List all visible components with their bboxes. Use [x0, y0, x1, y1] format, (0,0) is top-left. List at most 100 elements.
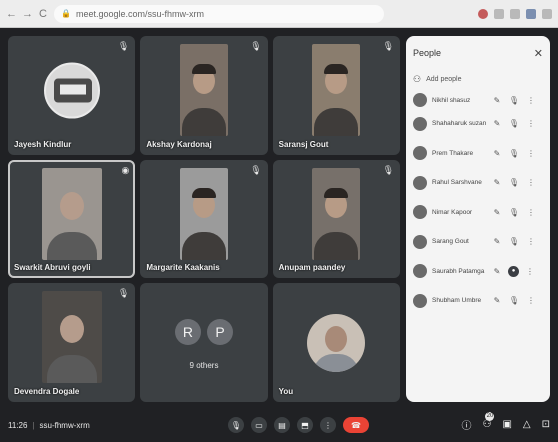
mic-icon[interactable]: 🎙: [508, 208, 520, 217]
participant-count-badge: 20: [485, 412, 495, 421]
participant-name: Nimar Kapoor: [432, 208, 473, 216]
mic-icon[interactable]: 🎙: [508, 178, 520, 187]
pin-icon[interactable]: ✎: [491, 296, 503, 305]
participant-video: [41, 167, 102, 260]
participant-name: Prem Thakare: [432, 149, 474, 157]
back-icon[interactable]: ←: [6, 8, 17, 20]
end-call-button[interactable]: ☎: [343, 417, 369, 433]
participant-name: Shahaharuk suzan: [432, 120, 486, 128]
people-icon[interactable]: ⚇ 20: [482, 412, 495, 430]
avatar: P: [206, 319, 233, 346]
participant-tile[interactable]: 🎙 Saransj Gout: [272, 36, 400, 155]
participant-name: Saransj Gout: [278, 139, 329, 149]
list-item[interactable]: Shahaharuk suzan ✎ 🎙 ⋮: [413, 109, 543, 139]
participant-tile-speaking[interactable]: ◉ Swarkit Abruvi goyli: [8, 159, 136, 279]
list-item[interactable]: Saurabh Patamga ✎ ● ⋮: [413, 257, 543, 287]
pin-icon[interactable]: ✎: [491, 178, 503, 187]
more-icon[interactable]: ⋮: [524, 267, 536, 276]
list-item[interactable]: Nikhil shasuz ✎ 🎙 ⋮: [413, 91, 543, 109]
participant-name: Rahul Sarshvane: [432, 179, 482, 187]
participant-tile[interactable]: 🎙 Margarite Kaakanis: [140, 159, 268, 279]
mic-off-icon: 🎙: [250, 164, 262, 175]
participant-video: [179, 44, 228, 136]
participant-hair: [324, 187, 349, 198]
more-icon[interactable]: ⋮: [525, 178, 537, 187]
profile-icon[interactable]: [526, 8, 536, 19]
activities-icon[interactable]: △: [523, 419, 531, 430]
menu-icon[interactable]: [542, 8, 552, 19]
forward-icon[interactable]: →: [22, 8, 33, 20]
list-item[interactable]: Sarang Gout ✎ 🎙 ⋮: [413, 227, 543, 257]
add-people-button[interactable]: ⚇ Add people: [413, 74, 543, 85]
pin-icon[interactable]: ✎: [491, 96, 503, 105]
others-tile[interactable]: R P 9 others: [140, 283, 268, 402]
participant-tile[interactable]: 🎙 Devendra Dogale: [8, 283, 136, 402]
participant-hair: [324, 64, 349, 74]
participant-name: You: [278, 386, 294, 396]
participant-tile[interactable]: 🎙 Akshay Kardonaj: [140, 36, 268, 155]
more-icon[interactable]: ⋮: [525, 119, 537, 128]
participant-tile[interactable]: 🎙 Anupam paandey: [272, 159, 400, 279]
participant-tile[interactable]: 🎙 Jayesh Kindlur: [8, 36, 136, 155]
extension-icon[interactable]: [494, 8, 504, 19]
avatar: [413, 116, 427, 131]
present-icon[interactable]: ⬒: [297, 417, 313, 433]
participant-face: [59, 191, 84, 220]
participant-name: Sarang Gout: [432, 238, 469, 246]
avatar: [413, 264, 427, 279]
pin-icon[interactable]: ✎: [491, 208, 503, 217]
mic-icon[interactable]: 🎙: [228, 417, 244, 433]
mic-icon[interactable]: 🎙: [508, 296, 520, 305]
participant-name: Margarite Kaakanis: [146, 263, 220, 273]
avatar-image: [59, 84, 86, 95]
more-options-icon[interactable]: ⋮: [320, 417, 336, 433]
mic-off-icon: 🎙: [382, 41, 394, 51]
extension-icon[interactable]: [510, 8, 520, 19]
avatar-body: [313, 353, 360, 372]
mic-icon[interactable]: 🎙: [508, 96, 520, 105]
list-item[interactable]: Nimar Kapoor ✎ 🎙 ⋮: [413, 198, 543, 228]
participant-name: Saurabh Patamga: [432, 267, 485, 275]
speaking-icon: ◉: [121, 164, 130, 175]
address-bar[interactable]: 🔒 meet.google.com/ssu-fhmw-xrm: [54, 4, 384, 23]
avatar: [413, 234, 427, 249]
reload-icon[interactable]: C: [38, 8, 48, 20]
self-tile[interactable]: You: [272, 283, 400, 402]
pin-icon[interactable]: ✎: [491, 149, 503, 158]
pin-icon[interactable]: ✎: [491, 267, 503, 276]
participant-body: [181, 231, 226, 260]
list-item[interactable]: Shubham Umbre ✎ 🎙 ⋮: [413, 286, 543, 316]
pin-icon[interactable]: ✎: [491, 237, 503, 246]
meeting-info: 11:26 | ssu-fhmw-xrm: [8, 421, 158, 430]
more-icon[interactable]: ⋮: [525, 149, 537, 158]
participant-hair: [191, 64, 216, 74]
close-icon[interactable]: ✕: [534, 47, 543, 60]
mic-off-icon: 🎙: [117, 41, 130, 51]
mic-icon[interactable]: 🎙: [508, 149, 520, 158]
list-item[interactable]: Rahul Sarshvane ✎ 🎙 ⋮: [413, 168, 543, 198]
more-icon[interactable]: ⋮: [525, 296, 537, 305]
record-icon[interactable]: [478, 8, 488, 19]
more-icon[interactable]: ⋮: [525, 96, 537, 105]
avatar: [413, 93, 427, 107]
more-icon[interactable]: ⋮: [525, 237, 537, 246]
list-item[interactable]: Prem Thakare ✎ 🎙 ⋮: [413, 139, 543, 169]
pin-icon[interactable]: ✎: [491, 119, 503, 128]
captions-icon[interactable]: ▤: [274, 417, 290, 433]
participant-video: [179, 167, 228, 260]
mic-icon[interactable]: 🎙: [508, 119, 520, 128]
participant-name: Swarkit Abruvi goyli: [14, 263, 91, 273]
mic-off-icon: 🎙: [250, 41, 262, 51]
avatar: [43, 62, 100, 119]
chat-icon[interactable]: ▣: [502, 419, 511, 430]
mic-icon[interactable]: 🎙: [508, 237, 520, 246]
meeting-bottom-bar: 11:26 | ssu-fhmw-xrm 🎙 ▭ ▤ ⬒ ⋮ ☎ ⓘ ⚇ 20 ▣…: [0, 408, 558, 442]
avatar: R: [174, 319, 201, 346]
more-icon[interactable]: ⋮: [525, 208, 537, 217]
call-controls: 🎙 ▭ ▤ ⬒ ⋮ ☎: [228, 417, 369, 433]
meeting-code: ssu-fhmw-xrm: [39, 420, 90, 430]
lock-icon[interactable]: ⊡: [542, 419, 550, 430]
participant-list: Nikhil shasuz ✎ 🎙 ⋮ Shahaharuk suzan ✎ 🎙…: [413, 91, 543, 316]
camera-icon[interactable]: ▭: [251, 417, 267, 433]
info-icon[interactable]: ⓘ: [461, 417, 471, 432]
